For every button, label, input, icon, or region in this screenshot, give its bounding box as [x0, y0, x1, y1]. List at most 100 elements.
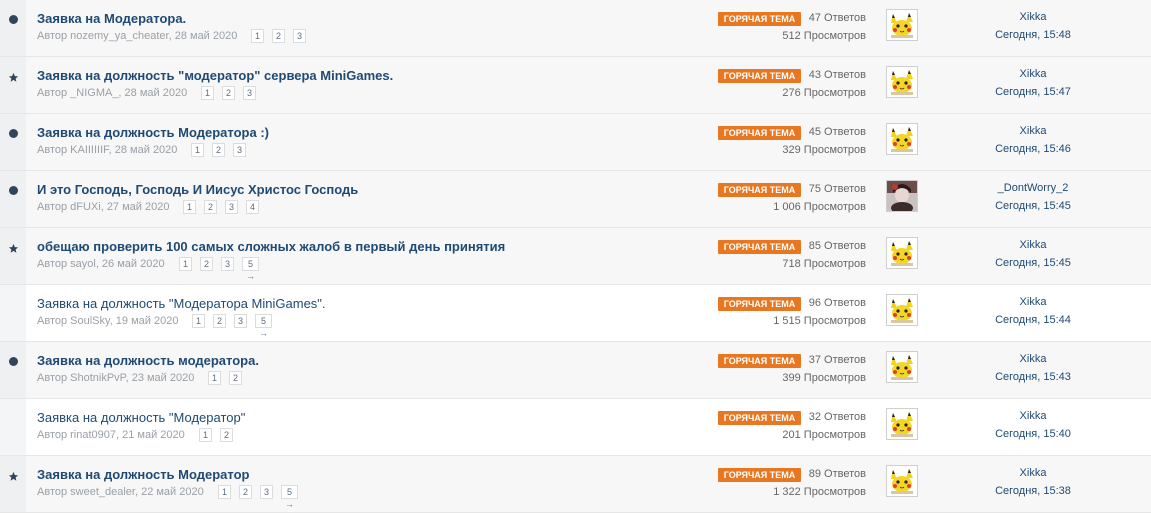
page-link[interactable]: 1: [199, 428, 213, 442]
page-link[interactable]: 1: [179, 257, 193, 271]
page-link[interactable]: 2: [229, 371, 243, 385]
page-link[interactable]: 1: [208, 371, 222, 385]
page-link[interactable]: 3: [260, 485, 274, 499]
views-count: 276 Просмотров: [782, 87, 866, 99]
hot-topic-badge: ГОРЯЧАЯ ТЕМА: [718, 297, 801, 311]
page-link[interactable]: 1: [218, 485, 232, 499]
last-poster-avatar[interactable]: [886, 465, 918, 497]
topic-author-date: Автор _NIGMA_, 28 май 2020: [37, 87, 188, 99]
last-poster-avatar[interactable]: [886, 180, 918, 212]
topic-status-column: [0, 57, 26, 114]
page-link[interactable]: 4: [246, 200, 260, 214]
topic-title-link[interactable]: обещаю проверить 100 самых сложных жалоб…: [37, 239, 505, 254]
topic-title-link[interactable]: Заявка на должность "Модератора MiniGame…: [37, 296, 326, 311]
topic-author-date: Автор SoulSky, 19 май 2020: [37, 315, 179, 327]
topic-author-date: Автор dFUXi, 27 май 2020: [37, 201, 170, 213]
page-link[interactable]: 2: [222, 86, 236, 100]
topic-title-link[interactable]: Заявка на должность "модератор" сервера …: [37, 68, 393, 83]
topic-status-column: [0, 114, 26, 171]
last-poster-name-link[interactable]: Xikka: [940, 239, 1126, 251]
last-poster-name-link[interactable]: Xikka: [940, 467, 1126, 479]
hot-topic-badge: ГОРЯЧАЯ ТЕМА: [718, 468, 801, 482]
last-post-date-link[interactable]: Сегодня, 15:45: [940, 257, 1126, 269]
last-poster-avatar[interactable]: [886, 123, 918, 155]
page-link[interactable]: 2: [272, 29, 286, 43]
last-post-date-link[interactable]: Сегодня, 15:38: [940, 485, 1126, 497]
page-link[interactable]: 1: [192, 314, 206, 328]
last-poster-name-link[interactable]: Xikka: [940, 68, 1126, 80]
page-link[interactable]: 2: [212, 143, 226, 157]
page-link[interactable]: 5 →: [255, 314, 272, 338]
topic-author-date: Автор sweet_dealer, 22 май 2020: [37, 486, 204, 498]
last-poster-name-link[interactable]: Xikka: [940, 353, 1126, 365]
page-link[interactable]: 5 →: [281, 485, 298, 509]
page-link[interactable]: 1: [183, 200, 197, 214]
topic-row: Заявка на должность модератора. Автор Sho…: [0, 342, 1151, 399]
page-link[interactable]: 3: [293, 29, 307, 43]
last-poster-avatar[interactable]: [886, 9, 918, 41]
last-post-date-link[interactable]: Сегодня, 15:40: [940, 428, 1126, 440]
topic-title-link[interactable]: Заявка на должность Модератор: [37, 467, 250, 482]
unread-dot-icon: [9, 15, 18, 24]
topic-title-link[interactable]: Заявка на Модератора.: [37, 11, 186, 26]
hot-topic-badge: ГОРЯЧАЯ ТЕМА: [718, 411, 801, 425]
pikachu-avatar-image: [887, 295, 917, 325]
unread-dot-icon: [9, 186, 18, 195]
photo-avatar-image: [887, 181, 917, 211]
replies-count: 85 Ответов: [808, 240, 866, 252]
replies-count: 45 Ответов: [808, 126, 866, 138]
topic-title-link[interactable]: Заявка на должность "Модератор": [37, 410, 245, 425]
pikachu-avatar-image: [887, 124, 917, 154]
last-poster-name-link[interactable]: _DontWorry_2: [940, 182, 1126, 194]
topic-title-link[interactable]: И это Господь, Господь И Иисус Христос Г…: [37, 182, 358, 197]
page-link[interactable]: 2: [213, 314, 227, 328]
pikachu-avatar-image: [887, 10, 917, 40]
page-link[interactable]: 3: [221, 257, 235, 271]
page-link[interactable]: 2: [200, 257, 214, 271]
topic-row: обещаю проверить 100 самых сложных жалоб…: [0, 228, 1151, 285]
page-link[interactable]: 5 →: [242, 257, 259, 281]
page-link[interactable]: 1: [251, 29, 265, 43]
views-count: 329 Просмотров: [782, 144, 866, 156]
topic-author-date: Автор sayol, 26 май 2020: [37, 258, 165, 270]
pikachu-avatar-image: [887, 466, 917, 496]
page-link[interactable]: 1: [191, 143, 205, 157]
last-poster-avatar[interactable]: [886, 351, 918, 383]
page-link[interactable]: 3: [234, 314, 248, 328]
last-poster-avatar[interactable]: [886, 408, 918, 440]
last-poster-avatar[interactable]: [886, 237, 918, 269]
topic-status-column: [0, 342, 26, 399]
topic-row: Заявка на должность "модератор" сервера …: [0, 57, 1151, 114]
last-poster-name-link[interactable]: Xikka: [940, 125, 1126, 137]
star-icon: [8, 243, 19, 253]
page-link[interactable]: 2: [239, 485, 253, 499]
last-post-date-link[interactable]: Сегодня, 15:47: [940, 86, 1126, 98]
replies-count: 96 Ответов: [808, 297, 866, 309]
page-link[interactable]: 1: [201, 86, 215, 100]
topic-author-date: Автор ShotnikPvP, 23 май 2020: [37, 372, 195, 384]
last-poster-avatar[interactable]: [886, 294, 918, 326]
page-link[interactable]: 3: [233, 143, 247, 157]
page-link[interactable]: 2: [220, 428, 234, 442]
last-post-date-link[interactable]: Сегодня, 15:46: [940, 143, 1126, 155]
topic-author-date: Автор nozemy_ya_cheater, 28 май 2020: [37, 30, 238, 42]
last-post-date-link[interactable]: Сегодня, 15:48: [940, 29, 1126, 41]
page-link[interactable]: 2: [204, 200, 218, 214]
unread-dot-icon: [9, 129, 18, 138]
page-link[interactable]: 3: [243, 86, 257, 100]
topic-row: Заявка на должность "Модератора MiniGame…: [0, 285, 1151, 342]
last-poster-name-link[interactable]: Xikka: [940, 296, 1126, 308]
last-post-date-link[interactable]: Сегодня, 15:45: [940, 200, 1126, 212]
hot-topic-badge: ГОРЯЧАЯ ТЕМА: [718, 183, 801, 197]
star-icon-svg: [8, 471, 19, 481]
topic-title-link[interactable]: Заявка на должность Модератора :): [37, 125, 269, 140]
last-poster-name-link[interactable]: Xikka: [940, 410, 1126, 422]
page-link[interactable]: 3: [225, 200, 239, 214]
last-post-date-link[interactable]: Сегодня, 15:44: [940, 314, 1126, 326]
last-poster-avatar[interactable]: [886, 66, 918, 98]
last-poster-name-link[interactable]: Xikka: [940, 11, 1126, 23]
topic-title-link[interactable]: Заявка на должность модератора.: [37, 353, 259, 368]
last-post-date-link[interactable]: Сегодня, 15:43: [940, 371, 1126, 383]
topic-row: Заявка на должность Модератора :) Автор K…: [0, 114, 1151, 171]
topic-status-column: [0, 228, 26, 285]
